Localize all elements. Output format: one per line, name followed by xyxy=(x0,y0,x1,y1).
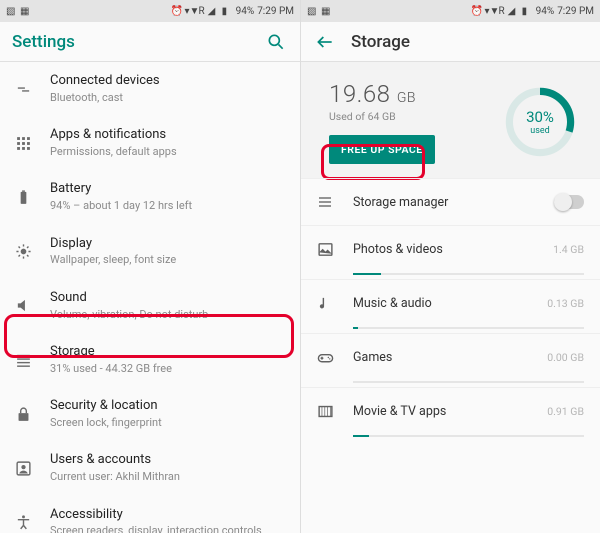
row-label: Security & location xyxy=(50,398,286,415)
settings-row-accessibility[interactable]: AccessibilityScreen readers, display, in… xyxy=(0,496,300,533)
row-sublabel: Current user: Akhil Mithran xyxy=(50,470,286,484)
used-amount: 19.68 GB xyxy=(329,80,496,108)
settings-title: Settings xyxy=(12,32,264,52)
accessibility-icon xyxy=(12,512,34,533)
storage-categories: Photos & videos1.4 GBMusic & audio0.13 G… xyxy=(301,225,600,441)
user-icon xyxy=(12,457,34,479)
usage-ring: 30% used xyxy=(504,86,576,158)
row-sublabel: Volume, vibration, Do not disturb xyxy=(50,308,286,322)
storage-manager-toggle[interactable] xyxy=(554,195,584,209)
cat-label: Photos & videos xyxy=(353,242,553,257)
row-label: Display xyxy=(50,236,286,253)
settings-screen: ▧ ▦ ⏰ ▾▼ R ◢ ▮ 94% 7:29 PM Settings Conn… xyxy=(0,0,300,533)
settings-row-storage[interactable]: Storage31% used - 44.32 GB free xyxy=(0,333,300,387)
row-label: Apps & notifications xyxy=(50,127,286,144)
games-icon xyxy=(315,347,335,367)
storage-manager-row[interactable]: Storage manager xyxy=(301,178,600,225)
storage-cat-games[interactable]: Games0.00 GB xyxy=(301,333,600,387)
row-sublabel: Screen lock, fingerprint xyxy=(50,416,286,430)
cat-usage-bar xyxy=(353,381,584,383)
wifi-icon: ◢ xyxy=(208,6,219,17)
cat-label: Games xyxy=(353,350,547,365)
roaming-indicator: R xyxy=(498,6,504,17)
battery-icon: ▮ xyxy=(522,6,533,17)
settings-row-link[interactable]: Connected devicesBluetooth, cast xyxy=(0,62,300,116)
row-label: Accessibility xyxy=(50,507,286,524)
roaming-indicator: R xyxy=(198,6,204,17)
cat-usage-bar xyxy=(353,327,584,329)
brightness-icon xyxy=(12,241,34,263)
storage-cat-photo[interactable]: Photos & videos1.4 GB xyxy=(301,225,600,279)
settings-row-battery[interactable]: Battery94% – about 1 day 12 hrs left xyxy=(0,170,300,224)
status-bar: ▧ ▦ ⏰ ▾▼ R ◢ ▮ 94% 7:29 PM xyxy=(0,0,300,22)
battery-icon: ▮ xyxy=(222,6,233,17)
search-icon[interactable] xyxy=(264,30,288,54)
storage-screen: ▧ ▦ ⏰ ▾▼ R ◢ ▮ 94% 7:29 PM Storage 19. xyxy=(300,0,600,533)
row-label: Connected devices xyxy=(50,73,286,90)
settings-row-brightness[interactable]: DisplayWallpaper, sleep, font size xyxy=(0,225,300,279)
alarm-icon: ⏰ xyxy=(170,6,181,17)
row-sublabel: 94% – about 1 day 12 hrs left xyxy=(50,199,286,213)
picture-icon: ▧ xyxy=(307,6,318,17)
cat-label: Movie & TV apps xyxy=(353,404,547,419)
ring-used-label: used xyxy=(530,126,549,136)
battery-percent: 94% xyxy=(536,6,555,17)
settings-appbar: Settings xyxy=(0,22,300,62)
row-sublabel: Permissions, default apps xyxy=(50,145,286,159)
used-number: 19.68 xyxy=(329,80,391,108)
sound-icon xyxy=(12,295,34,317)
lock-icon xyxy=(12,403,34,425)
link-icon xyxy=(12,78,34,100)
movie-icon xyxy=(315,401,335,421)
cat-usage-bar xyxy=(353,273,584,275)
free-up-space-button[interactable]: FREE UP SPACE xyxy=(329,135,435,164)
settings-row-user[interactable]: Users & accountsCurrent user: Akhil Mith… xyxy=(0,441,300,495)
row-label: Sound xyxy=(50,290,286,307)
status-bar: ▧ ▦ ⏰ ▾▼ R ◢ ▮ 94% 7:29 PM xyxy=(301,0,600,22)
notif-icon: ▦ xyxy=(20,6,31,17)
row-label: Storage xyxy=(50,344,286,361)
row-sublabel: Wallpaper, sleep, font size xyxy=(50,253,286,267)
music-icon xyxy=(315,293,335,313)
battery-icon xyxy=(12,186,34,208)
cat-size: 0.91 GB xyxy=(547,405,584,418)
ring-percent: 30% xyxy=(526,108,554,126)
storage-title: Storage xyxy=(351,32,588,52)
row-sublabel: Bluetooth, cast xyxy=(50,91,286,105)
signal-icon: ▾▼ xyxy=(484,6,495,17)
storage-icon xyxy=(12,349,34,371)
cat-size: 0.13 GB xyxy=(547,297,584,310)
used-unit: GB xyxy=(397,90,416,106)
cat-size: 1.4 GB xyxy=(553,243,584,256)
cat-label: Music & audio xyxy=(353,296,547,311)
storage-manager-label: Storage manager xyxy=(353,195,554,210)
photo-icon xyxy=(315,239,335,259)
storage-hero: 19.68 GB Used of 64 GB FREE UP SPACE 30%… xyxy=(301,62,600,178)
cat-usage-bar xyxy=(353,435,584,437)
cat-size: 0.00 GB xyxy=(547,351,584,364)
notif-icon: ▦ xyxy=(321,6,332,17)
settings-row-lock[interactable]: Security & locationScreen lock, fingerpr… xyxy=(0,387,300,441)
apps-icon xyxy=(12,132,34,154)
clock: 7:29 PM xyxy=(257,6,294,17)
row-label: Users & accounts xyxy=(50,452,286,469)
signal-icon: ▾▼ xyxy=(184,6,195,17)
storage-cat-music[interactable]: Music & audio0.13 GB xyxy=(301,279,600,333)
settings-row-sound[interactable]: SoundVolume, vibration, Do not disturb xyxy=(0,279,300,333)
used-of-label: Used of 64 GB xyxy=(329,110,496,123)
picture-icon: ▧ xyxy=(6,6,17,17)
storage-cat-movie[interactable]: Movie & TV apps0.91 GB xyxy=(301,387,600,441)
storage-appbar: Storage xyxy=(301,22,600,62)
row-sublabel: Screen readers, display, interaction con… xyxy=(50,524,286,533)
back-icon[interactable] xyxy=(313,30,337,54)
alarm-icon: ⏰ xyxy=(470,6,481,17)
settings-row-apps[interactable]: Apps & notificationsPermissions, default… xyxy=(0,116,300,170)
row-sublabel: 31% used - 44.32 GB free xyxy=(50,362,286,376)
battery-percent: 94% xyxy=(236,6,255,17)
row-label: Battery xyxy=(50,181,286,198)
clock: 7:29 PM xyxy=(557,6,594,17)
wifi-icon: ◢ xyxy=(508,6,519,17)
settings-list: Connected devicesBluetooth, castApps & n… xyxy=(0,62,300,533)
storage-manager-icon xyxy=(315,192,335,212)
